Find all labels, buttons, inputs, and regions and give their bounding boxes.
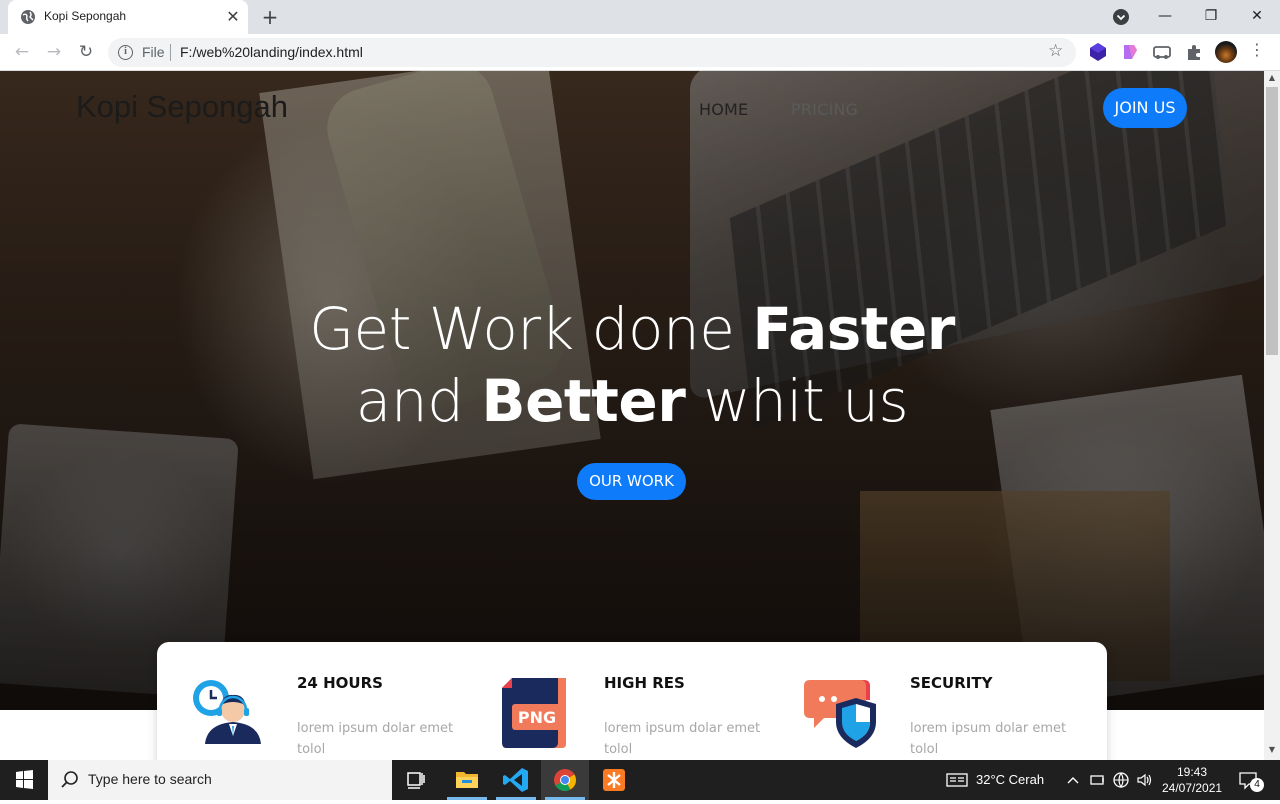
- scheme-label: File: [142, 44, 165, 60]
- taskbar-app-vscode[interactable]: [492, 760, 540, 800]
- battery-plug-icon[interactable]: [1088, 771, 1106, 789]
- gradient-extension-icon[interactable]: [1120, 42, 1140, 62]
- puzzle-extensions-icon[interactable]: [1184, 42, 1204, 62]
- xampp-icon[interactable]: [590, 760, 638, 800]
- feature-item: PNG HIGH RES lorem ipsum dolar emet tolo…: [464, 642, 764, 760]
- page-viewport: Kopi Sepongah HOME PRICING JOIN US Get W…: [0, 71, 1264, 760]
- scroll-up-arrow-icon[interactable]: ▲: [1264, 73, 1280, 85]
- purple-cube-icon[interactable]: [1088, 42, 1108, 62]
- headline-emphasis: Faster: [752, 295, 955, 363]
- hero-section: Kopi Sepongah HOME PRICING JOIN US Get W…: [0, 71, 1264, 710]
- taskbar-app-file-explorer[interactable]: [443, 760, 491, 800]
- our-work-button[interactable]: OUR WORK: [577, 463, 686, 500]
- features-card: 24 HOURS lorem ipsum dolar emet tolol PN…: [157, 642, 1107, 760]
- clock-time: 19:43: [1176, 765, 1208, 779]
- nav-link-pricing[interactable]: PRICING: [791, 100, 858, 119]
- vscode-icon: [503, 768, 528, 792]
- clock-date: 24/07/2021: [1162, 781, 1223, 795]
- headline-emphasis: Better: [481, 367, 686, 435]
- png-icon-label: PNG: [518, 708, 556, 727]
- notification-count-badge: 4: [1250, 778, 1264, 792]
- feature-description: lorem ipsum dolar emet tolol: [297, 721, 454, 757]
- browser-tab-strip: Kopi Sepongah ✕ + — ❐ ✕: [0, 0, 1280, 34]
- headline-text: Get Work done: [309, 295, 753, 363]
- weather-text[interactable]: 32°C Cerah: [976, 772, 1044, 787]
- chevron-up-icon[interactable]: [1064, 771, 1082, 789]
- bookmark-star-icon[interactable]: ☆: [1048, 41, 1063, 61]
- minimize-button[interactable]: —: [1142, 0, 1188, 32]
- tab-title: Kopi Sepongah: [44, 9, 127, 23]
- close-window-button[interactable]: ✕: [1234, 0, 1280, 32]
- address-bar[interactable]: i File F:/web%20landing/index.html ☆: [108, 38, 1076, 67]
- search-icon: [61, 771, 78, 788]
- taskbar-search-placeholder: Type here to search: [88, 771, 212, 787]
- feature-item: 24 HOURS lorem ipsum dolar emet tolol: [157, 642, 457, 760]
- feature-title: SECURITY: [910, 674, 993, 692]
- weather-icon[interactable]: [946, 771, 968, 789]
- png-file-icon: PNG: [502, 678, 566, 748]
- site-info-icon[interactable]: i: [118, 45, 133, 60]
- notification-center[interactable]: 4: [1236, 768, 1264, 792]
- browser-toolbar: ← → ↻ i File F:/web%20landing/index.html…: [0, 34, 1280, 71]
- network-globe-icon[interactable]: [1112, 771, 1130, 789]
- tab-search-icon[interactable]: [1112, 8, 1130, 26]
- back-button[interactable]: ←: [10, 40, 34, 64]
- feature-title: HIGH RES: [604, 674, 685, 692]
- windows-start-icon[interactable]: [0, 760, 48, 800]
- profile-avatar[interactable]: [1215, 41, 1237, 63]
- headline-text: whit us: [685, 367, 909, 435]
- taskbar-app-chrome[interactable]: [541, 760, 589, 800]
- globe-icon: [21, 10, 35, 24]
- taskbar-search-box[interactable]: Type here to search: [48, 760, 392, 800]
- nav-link-home[interactable]: HOME: [699, 100, 748, 119]
- windows-taskbar: Type here to search 32°C Cerah 19:43 24/…: [0, 760, 1280, 800]
- join-us-button[interactable]: JOIN US: [1103, 88, 1187, 128]
- restore-button[interactable]: ❐: [1188, 0, 1234, 32]
- clock-support-agent-icon: [193, 680, 261, 744]
- scroll-down-arrow-icon[interactable]: ▼: [1264, 745, 1280, 757]
- url-text[interactable]: F:/web%20landing/index.html: [180, 44, 363, 60]
- feature-description: lorem ipsum dolar emet tolol: [910, 721, 1067, 757]
- chat-shield-icon: [804, 680, 876, 748]
- site-logo[interactable]: Kopi Sepongah: [76, 89, 288, 125]
- file-explorer-icon: [456, 772, 478, 788]
- headline-text: and: [355, 367, 482, 435]
- hero-headline: Get Work done Faster and Better whit us: [0, 293, 1264, 437]
- feature-description: lorem ipsum dolar emet tolol: [604, 721, 761, 757]
- system-clock[interactable]: 19:43 24/07/2021: [1162, 764, 1222, 796]
- browser-tab-active[interactable]: Kopi Sepongah ✕: [8, 0, 248, 34]
- feature-item: SECURITY lorem ipsum dolar emet tolol: [770, 642, 1070, 760]
- browser-menu-icon[interactable]: ⋮: [1248, 40, 1266, 59]
- close-tab-icon[interactable]: ✕: [224, 8, 242, 26]
- task-view-icon[interactable]: [392, 760, 440, 800]
- omnibox-divider: [170, 44, 171, 61]
- volume-icon[interactable]: [1136, 771, 1154, 789]
- page-scrollbar[interactable]: ▲ ▼: [1264, 71, 1280, 760]
- chrome-icon: [554, 769, 576, 791]
- reload-button[interactable]: ↻: [74, 40, 98, 64]
- scrollbar-thumb[interactable]: [1266, 87, 1278, 355]
- cast-icon[interactable]: [1152, 42, 1172, 62]
- forward-button[interactable]: →: [42, 40, 66, 64]
- feature-title: 24 HOURS: [297, 674, 383, 692]
- new-tab-button[interactable]: +: [258, 5, 282, 29]
